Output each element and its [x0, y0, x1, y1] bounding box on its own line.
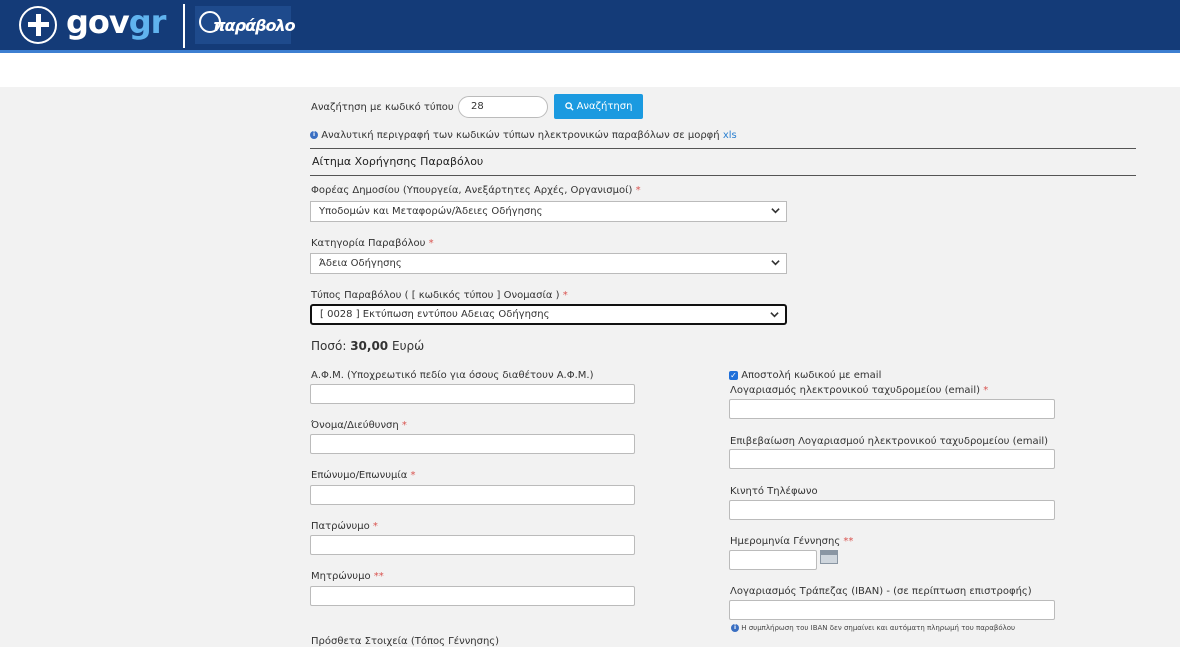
- top-header: govgr παράβολο: [0, 0, 1180, 50]
- paravolo-logo[interactable]: παράβολο: [195, 6, 296, 44]
- agency-select[interactable]: Υποδομών και Μεταφορών/Άδειες Οδήγησης: [310, 201, 787, 222]
- chevron-down-icon: [771, 208, 780, 214]
- extra-info-label: Πρόσθετα Στοιχεία (Τόπος Γέννησης): [311, 636, 500, 647]
- category-label: Κατηγορία Παραβόλου *: [311, 238, 434, 249]
- xls-link[interactable]: xls: [723, 130, 737, 141]
- mobile-label: Κινητό Τηλέφωνο: [730, 486, 818, 497]
- greek-emblem-icon: [19, 6, 57, 44]
- info-icon: i: [310, 131, 318, 139]
- search-code-input[interactable]: 28: [458, 96, 548, 118]
- surname-label: Επώνυμο/Επωνυμία *: [311, 470, 416, 481]
- mother-name-label: Μητρώνυμο **: [311, 571, 384, 582]
- iban-note: i Η συμπλήρωση του IBAN δεν σημαίνει και…: [731, 624, 1015, 632]
- name-label: Όνομα/Διεύθυνση *: [311, 420, 407, 431]
- name-input[interactable]: [310, 434, 635, 454]
- email-confirm-input[interactable]: [729, 449, 1055, 469]
- agency-label: Φορέας Δημοσίου (Υπουργεία, Ανεξάρτητες …: [311, 185, 641, 196]
- header-accent-line: [0, 50, 1180, 53]
- type-label: Τύπος Παραβόλου ( [ κωδικός τύπου ] Ονομ…: [311, 290, 568, 301]
- mother-name-input[interactable]: [310, 586, 635, 606]
- chevron-down-icon: [770, 312, 779, 318]
- info-icon: i: [731, 624, 739, 632]
- category-select[interactable]: Άδεια Οδήγησης: [310, 253, 787, 274]
- amount-display: Ποσό: 30,00 Ευρώ: [311, 339, 425, 353]
- afm-input[interactable]: [310, 384, 635, 404]
- calendar-icon[interactable]: [820, 550, 838, 564]
- chevron-down-icon: [771, 260, 780, 266]
- iban-input[interactable]: [729, 600, 1055, 620]
- dob-label: Ημερομηνία Γέννησης **: [730, 536, 854, 547]
- father-name-input[interactable]: [310, 535, 635, 555]
- search-button[interactable]: Αναζήτηση: [554, 94, 643, 119]
- header-divider: [183, 4, 185, 48]
- send-email-option[interactable]: ✓ Αποστολή κωδικού με email: [729, 370, 881, 381]
- surname-input[interactable]: [310, 485, 635, 505]
- iban-label: Λογαριασμός Τράπεζας (IBAN) - (σε περίπτ…: [730, 586, 1032, 597]
- dob-input[interactable]: [729, 550, 817, 570]
- afm-label: Α.Φ.Μ. (Υποχρεωτικό πεδίο για όσους διαθ…: [311, 370, 594, 381]
- section-title: Αίτημα Χορήγησης Παραβόλου: [312, 155, 484, 168]
- search-icon: [564, 102, 574, 111]
- father-name-label: Πατρώνυμο *: [311, 521, 378, 532]
- codes-info-line: i Αναλυτική περιγραφή των κωδικών τύπων …: [310, 130, 737, 141]
- email-confirm-label: Επιβεβαίωση Λογαριασμού ηλεκτρονικού ταχ…: [730, 436, 1049, 447]
- send-email-checkbox[interactable]: ✓: [729, 370, 738, 380]
- type-select[interactable]: [ 0028 ] Εκτύπωση εντύπου Αδειας Οδήγηση…: [310, 304, 787, 325]
- search-code-label: Αναζήτηση με κωδικό τύπου: [311, 102, 454, 113]
- mobile-input[interactable]: [729, 500, 1055, 520]
- section-header: Αίτημα Χορήγησης Παραβόλου: [310, 148, 1136, 176]
- govgr-logo[interactable]: govgr: [66, 3, 166, 41]
- email-input[interactable]: [729, 399, 1055, 419]
- email-label: Λογαριασμός ηλεκτρονικού ταχυδρομείου (e…: [730, 385, 989, 396]
